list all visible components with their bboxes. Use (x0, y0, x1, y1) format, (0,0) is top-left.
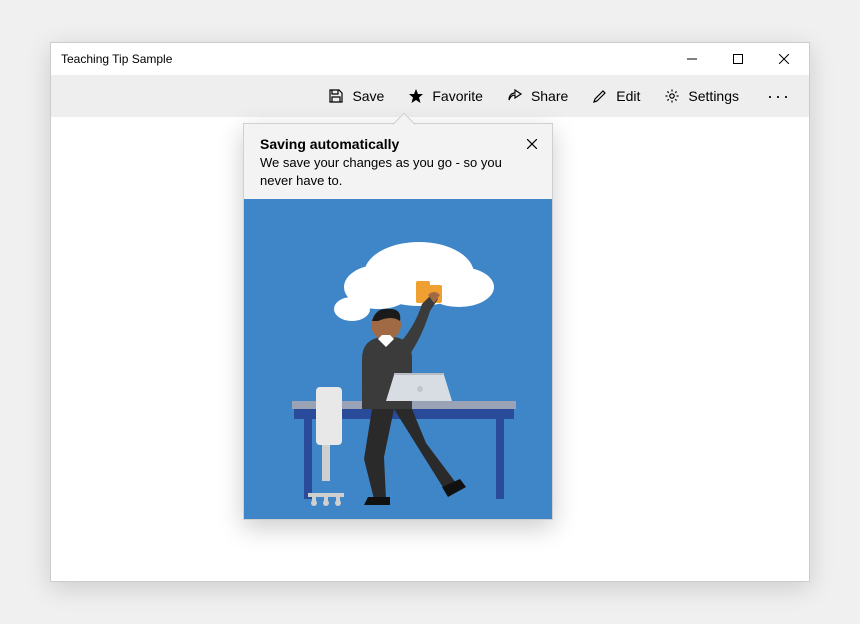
teaching-tip-title: Saving automatically (260, 136, 536, 152)
edit-button[interactable]: Edit (582, 82, 650, 110)
teaching-tip-illustration (244, 199, 552, 519)
teaching-tip-header: Saving automatically We save your change… (244, 124, 552, 199)
maximize-button[interactable] (715, 44, 761, 74)
star-icon (408, 88, 424, 104)
share-icon (507, 88, 523, 104)
window-controls (669, 44, 807, 74)
minimize-button[interactable] (669, 44, 715, 74)
toolbar: Save Favorite Share Edit (51, 75, 809, 117)
share-label: Share (531, 88, 568, 104)
edit-icon (592, 88, 608, 104)
close-icon (527, 139, 537, 149)
save-label: Save (352, 88, 384, 104)
save-button[interactable]: Save (318, 82, 394, 110)
window-title: Teaching Tip Sample (61, 52, 172, 66)
share-button[interactable]: Share (497, 82, 578, 110)
teaching-tip-close-button[interactable] (522, 134, 542, 154)
save-icon (328, 88, 344, 104)
teaching-tip-body: We save your changes as you go - so you … (260, 154, 536, 189)
more-icon: ··· (767, 87, 791, 105)
more-button[interactable]: ··· (753, 81, 805, 111)
favorite-button[interactable]: Favorite (398, 82, 493, 110)
gear-icon (664, 88, 680, 104)
edit-label: Edit (616, 88, 640, 104)
teaching-tip: Saving automatically We save your change… (243, 123, 553, 520)
content-area: Saving automatically We save your change… (51, 117, 809, 581)
settings-button[interactable]: Settings (654, 82, 749, 110)
close-window-button[interactable] (761, 44, 807, 74)
settings-label: Settings (688, 88, 739, 104)
titlebar: Teaching Tip Sample (51, 43, 809, 75)
app-window: Teaching Tip Sample Save (50, 42, 810, 582)
favorite-label: Favorite (432, 88, 483, 104)
